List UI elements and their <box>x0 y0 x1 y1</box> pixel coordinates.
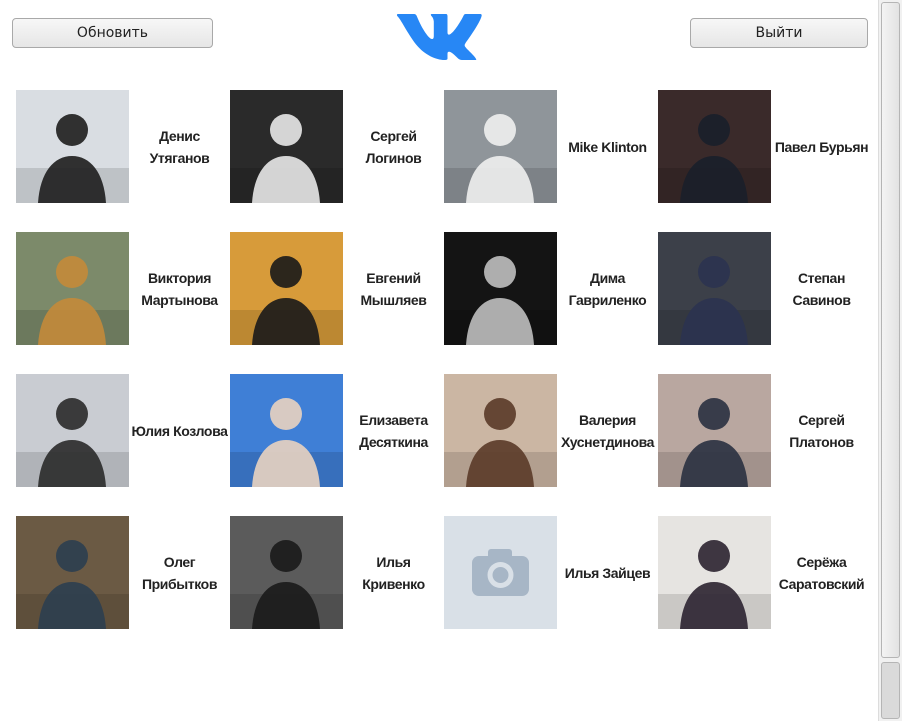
friend-name[interactable]: Денис Утяганов <box>129 90 230 203</box>
friend-name[interactable]: Mike Klinton <box>557 90 658 203</box>
logout-button[interactable]: Выйти <box>690 18 868 48</box>
friend-name[interactable]: Виктория Мартынова <box>129 232 230 345</box>
friend-card[interactable]: Елизавета Десяткина <box>230 374 444 487</box>
friend-avatar[interactable] <box>230 516 343 629</box>
refresh-button[interactable]: Обновить <box>12 18 213 48</box>
friend-avatar[interactable] <box>16 516 129 629</box>
friend-card[interactable]: Илья Зайцев <box>444 516 658 629</box>
friend-avatar[interactable] <box>16 90 129 203</box>
friend-name[interactable]: Сергей Платонов <box>771 374 872 487</box>
friend-name[interactable]: Евгений Мышляев <box>343 232 444 345</box>
friend-name[interactable]: Серёжа Саратовский <box>771 516 872 629</box>
friend-name[interactable]: Илья Кривенко <box>343 516 444 629</box>
vk-logo-icon <box>396 14 482 60</box>
friend-avatar[interactable] <box>230 374 343 487</box>
friend-avatar[interactable] <box>658 516 771 629</box>
friend-avatar[interactable] <box>16 374 129 487</box>
friend-avatar[interactable] <box>230 232 343 345</box>
friend-card[interactable]: Серёжа Саратовский <box>658 516 872 629</box>
friend-name[interactable]: Сергей Логинов <box>343 90 444 203</box>
friend-card[interactable]: Юлия Козлова <box>16 374 230 487</box>
friend-name[interactable]: Юлия Козлова <box>129 374 230 487</box>
friend-card[interactable]: Сергей Платонов <box>658 374 872 487</box>
friend-card[interactable]: Евгений Мышляев <box>230 232 444 345</box>
friend-name[interactable]: Валерия Хуснетдинова <box>557 374 658 487</box>
friend-card[interactable]: Сергей Логинов <box>230 90 444 203</box>
friend-name[interactable]: Дима Гавриленко <box>557 232 658 345</box>
friend-avatar[interactable] <box>658 232 771 345</box>
scrollbar-thumb[interactable] <box>881 2 900 658</box>
vertical-scrollbar[interactable] <box>878 0 902 721</box>
scrollbar-track[interactable] <box>881 662 900 719</box>
friend-avatar[interactable] <box>444 374 557 487</box>
friend-avatar[interactable] <box>444 232 557 345</box>
friend-card[interactable]: Mike Klinton <box>444 90 658 203</box>
friend-card[interactable]: Павел Бурьян <box>658 90 872 203</box>
friend-name[interactable]: Степан Савинов <box>771 232 872 345</box>
friend-card[interactable]: Олег Прибытков <box>16 516 230 629</box>
friend-avatar[interactable] <box>16 232 129 345</box>
friend-card[interactable]: Илья Кривенко <box>230 516 444 629</box>
friend-avatar[interactable] <box>230 90 343 203</box>
friend-avatar[interactable] <box>658 90 771 203</box>
friend-card[interactable]: Денис Утяганов <box>16 90 230 203</box>
friend-card[interactable]: Степан Савинов <box>658 232 872 345</box>
friend-avatar[interactable] <box>658 374 771 487</box>
friend-card[interactable]: Дима Гавриленко <box>444 232 658 345</box>
friend-card[interactable]: Валерия Хуснетдинова <box>444 374 658 487</box>
friend-avatar[interactable] <box>444 90 557 203</box>
camera-placeholder-icon[interactable] <box>444 516 557 629</box>
friend-name[interactable]: Елизавета Десяткина <box>343 374 444 487</box>
friend-name[interactable]: Илья Зайцев <box>557 516 658 629</box>
friend-name[interactable]: Олег Прибытков <box>129 516 230 629</box>
friend-name[interactable]: Павел Бурьян <box>771 90 872 203</box>
friend-card[interactable]: Виктория Мартынова <box>16 232 230 345</box>
